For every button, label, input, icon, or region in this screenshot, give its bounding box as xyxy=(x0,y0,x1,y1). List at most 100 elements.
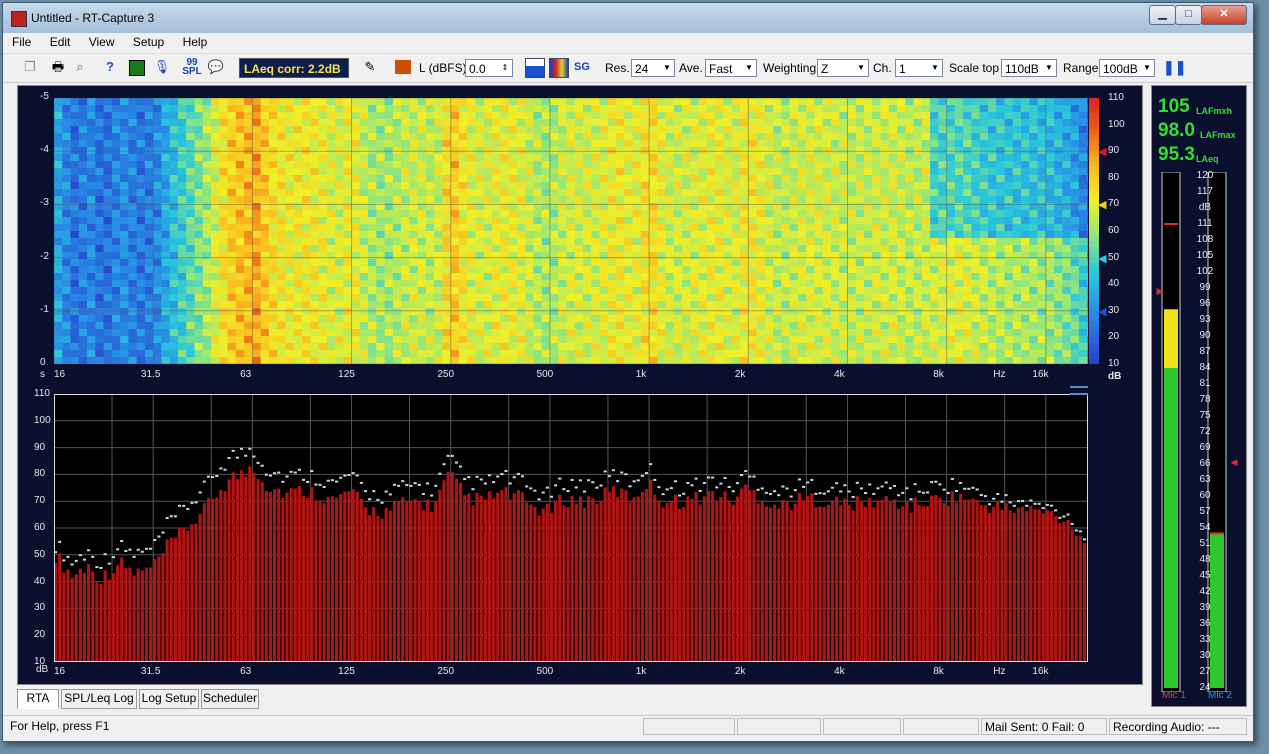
spl-icon[interactable]: 99 SPL xyxy=(181,58,203,77)
spectrogram-cell xyxy=(483,98,493,106)
spectrogram-cell xyxy=(888,266,898,274)
spectrogram-cell xyxy=(897,322,906,330)
spectrogram-cell xyxy=(1021,329,1030,337)
spectrogram-cell xyxy=(1021,357,1030,364)
maximize-button[interactable]: □ xyxy=(1175,5,1202,25)
menu-help[interactable]: Help xyxy=(177,33,214,51)
spectrogram-cell xyxy=(963,322,972,330)
spectrogram-cell xyxy=(913,252,923,260)
spectrogram-cell xyxy=(450,112,460,120)
spectrogram-cell xyxy=(492,252,501,260)
title-bar[interactable]: Untitled - RT-Capture 3 ▁ □ ✕ xyxy=(3,3,1253,33)
pause-icon[interactable]: ❚❚ xyxy=(1163,58,1186,76)
spectrogram-cell xyxy=(392,280,402,288)
spectrogram-cell xyxy=(343,280,353,288)
spectrogram-cell xyxy=(607,119,617,127)
rta-peak-marker xyxy=(74,559,78,562)
spectrogram-cell xyxy=(458,217,468,225)
minimize-button[interactable]: ▁ xyxy=(1149,5,1176,25)
spectrogram-cell xyxy=(318,217,328,225)
chevron-down-icon[interactable]: ▼ xyxy=(1140,60,1154,76)
spectrogram-cell xyxy=(624,126,634,134)
spectrogram-cell xyxy=(1062,140,1072,148)
spectrogram-cell xyxy=(599,308,609,316)
spectrogram-cell xyxy=(1054,140,1063,148)
chevron-down-icon[interactable]: ▼ xyxy=(928,60,942,76)
spectrogram-cell xyxy=(186,126,195,134)
spectrogram-cell xyxy=(136,252,146,260)
rta-bar xyxy=(235,479,239,662)
spin-arrows-icon[interactable]: ⇕ xyxy=(498,60,512,76)
range-select[interactable]: 100dB ▼ xyxy=(1099,59,1155,77)
spectrogram-cell xyxy=(549,301,559,309)
level-meter-icon[interactable] xyxy=(395,60,411,74)
spectrogram-cell xyxy=(979,98,989,106)
spectrogram-cell xyxy=(806,133,815,141)
speech-bubble-icon[interactable]: 💬 xyxy=(207,58,225,76)
spectrogram-cell xyxy=(95,210,105,218)
rta-view-icon[interactable] xyxy=(525,58,545,78)
spectrogram-cell xyxy=(219,231,229,239)
chevron-down-icon[interactable]: ▼ xyxy=(660,60,674,76)
resolution-select[interactable]: 24 ▼ xyxy=(631,59,675,77)
spectrogram-cell xyxy=(277,266,286,274)
spectrogram-cell xyxy=(682,336,691,344)
menu-file[interactable]: File xyxy=(6,33,37,51)
menu-edit[interactable]: Edit xyxy=(44,33,77,51)
menu-setup[interactable]: Setup xyxy=(127,33,170,51)
spectrogram-cell xyxy=(731,217,741,225)
spectrogram-cell xyxy=(723,112,733,120)
copy-icon[interactable]: ❐ xyxy=(21,58,39,76)
spectrogram-view-icon[interactable] xyxy=(549,58,569,78)
spectrogram-cell xyxy=(971,126,981,134)
spectrogram-cell xyxy=(103,357,113,364)
spectrogram-cell xyxy=(368,161,377,169)
spectrogram-cell xyxy=(549,224,559,232)
spectrogram-cell xyxy=(616,357,625,364)
level-input[interactable]: 0.0 ⇕ xyxy=(465,59,513,77)
microphone-icon[interactable]: 🎙 xyxy=(153,58,171,76)
scale-top-select[interactable]: 110dB ▼ xyxy=(1001,59,1057,77)
spectrogram-plot[interactable] xyxy=(54,98,1088,364)
rta-bar-chart[interactable] xyxy=(54,394,1088,662)
spectrogram-cell xyxy=(500,112,510,120)
spectrogram-cell xyxy=(987,119,997,127)
spectrogram-cell xyxy=(657,168,667,176)
spectrogram-cell xyxy=(376,154,386,162)
spectrogram-cell xyxy=(723,98,733,106)
averaging-select[interactable]: Fast ▼ xyxy=(705,59,757,77)
colorbar-tick: 100 xyxy=(1108,118,1125,130)
spectrogram-cell xyxy=(566,210,576,218)
spectrogram-cell xyxy=(1087,259,1088,267)
spectrogram-cell xyxy=(235,252,245,260)
help-icon[interactable]: ? xyxy=(101,58,119,76)
spectrogram-cell xyxy=(921,266,931,274)
spectrogram-cell xyxy=(558,161,567,169)
chip-icon[interactable] xyxy=(129,60,145,76)
spectrogram-cell xyxy=(458,266,468,274)
spectrogram-cell xyxy=(359,182,369,190)
spectrogram-cell xyxy=(541,259,551,267)
spectrogram-cell xyxy=(1062,217,1072,225)
close-button[interactable]: ✕ xyxy=(1201,5,1247,25)
signal-generator-icon[interactable]: SG xyxy=(573,58,591,76)
spectrogram-cell xyxy=(665,308,675,316)
spectrogram-cell xyxy=(706,182,716,190)
print-preview-icon[interactable]: ⌕ xyxy=(71,58,89,76)
chevron-down-icon[interactable]: ▼ xyxy=(854,60,868,76)
menu-view[interactable]: View xyxy=(83,33,121,51)
spectrogram-cell xyxy=(144,350,154,358)
spectrogram-cell xyxy=(946,350,956,358)
spectrogram-cell xyxy=(690,308,700,316)
print-icon[interactable]: 🖶 xyxy=(49,58,67,76)
spectrogram-cell xyxy=(483,231,493,239)
spectrogram-cell xyxy=(268,112,278,120)
weighting-select[interactable]: Z ▼ xyxy=(817,59,869,77)
calibrate-icon[interactable]: ✎ xyxy=(361,58,379,76)
channel-select[interactable]: 1 ▼ xyxy=(895,59,943,77)
spectrogram-cell xyxy=(376,133,386,141)
chevron-down-icon[interactable]: ▼ xyxy=(742,60,756,76)
spectrogram-cell xyxy=(954,189,964,197)
spectrogram-cell xyxy=(1078,322,1088,330)
chevron-down-icon[interactable]: ▼ xyxy=(1042,60,1056,76)
